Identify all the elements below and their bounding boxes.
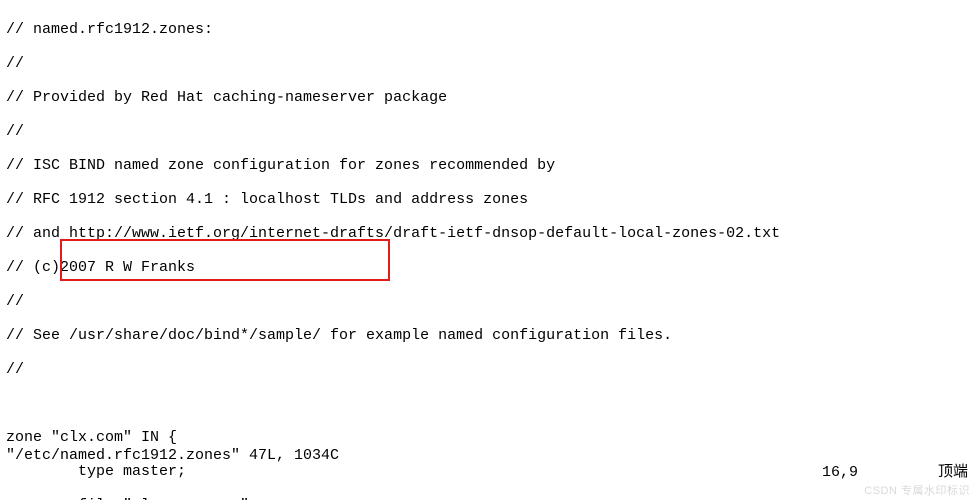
- code-line: // and http://www.ietf.org/internet-draf…: [6, 225, 974, 242]
- code-line: // ISC BIND named zone configuration for…: [6, 157, 974, 174]
- watermark-text: CSDN 专属水印标识: [864, 483, 970, 500]
- code-line: // See /usr/share/doc/bind*/sample/ for …: [6, 327, 974, 344]
- editor-viewport[interactable]: // named.rfc1912.zones: // // Provided b…: [0, 0, 974, 500]
- code-line: // named.rfc1912.zones:: [6, 21, 974, 38]
- vim-status-bar: "/etc/named.rfc1912.zones" 47L, 1034C 16…: [6, 447, 968, 498]
- status-mode: 顶端: [938, 464, 968, 481]
- code-line: //: [6, 293, 974, 310]
- code-line: // (c)2007 R W Franks: [6, 259, 974, 276]
- status-filename: "/etc/named.rfc1912.zones" 47L, 1034C: [6, 447, 339, 498]
- status-position: 16,9: [822, 464, 938, 481]
- code-line: //: [6, 361, 974, 378]
- code-line: // Provided by Red Hat caching-nameserve…: [6, 89, 974, 106]
- code-line: //: [6, 123, 974, 140]
- code-line: // RFC 1912 section 4.1 : localhost TLDs…: [6, 191, 974, 208]
- code-line: zone "clx.com" IN {: [6, 429, 974, 446]
- code-line: [6, 395, 974, 412]
- code-line: //: [6, 55, 974, 72]
